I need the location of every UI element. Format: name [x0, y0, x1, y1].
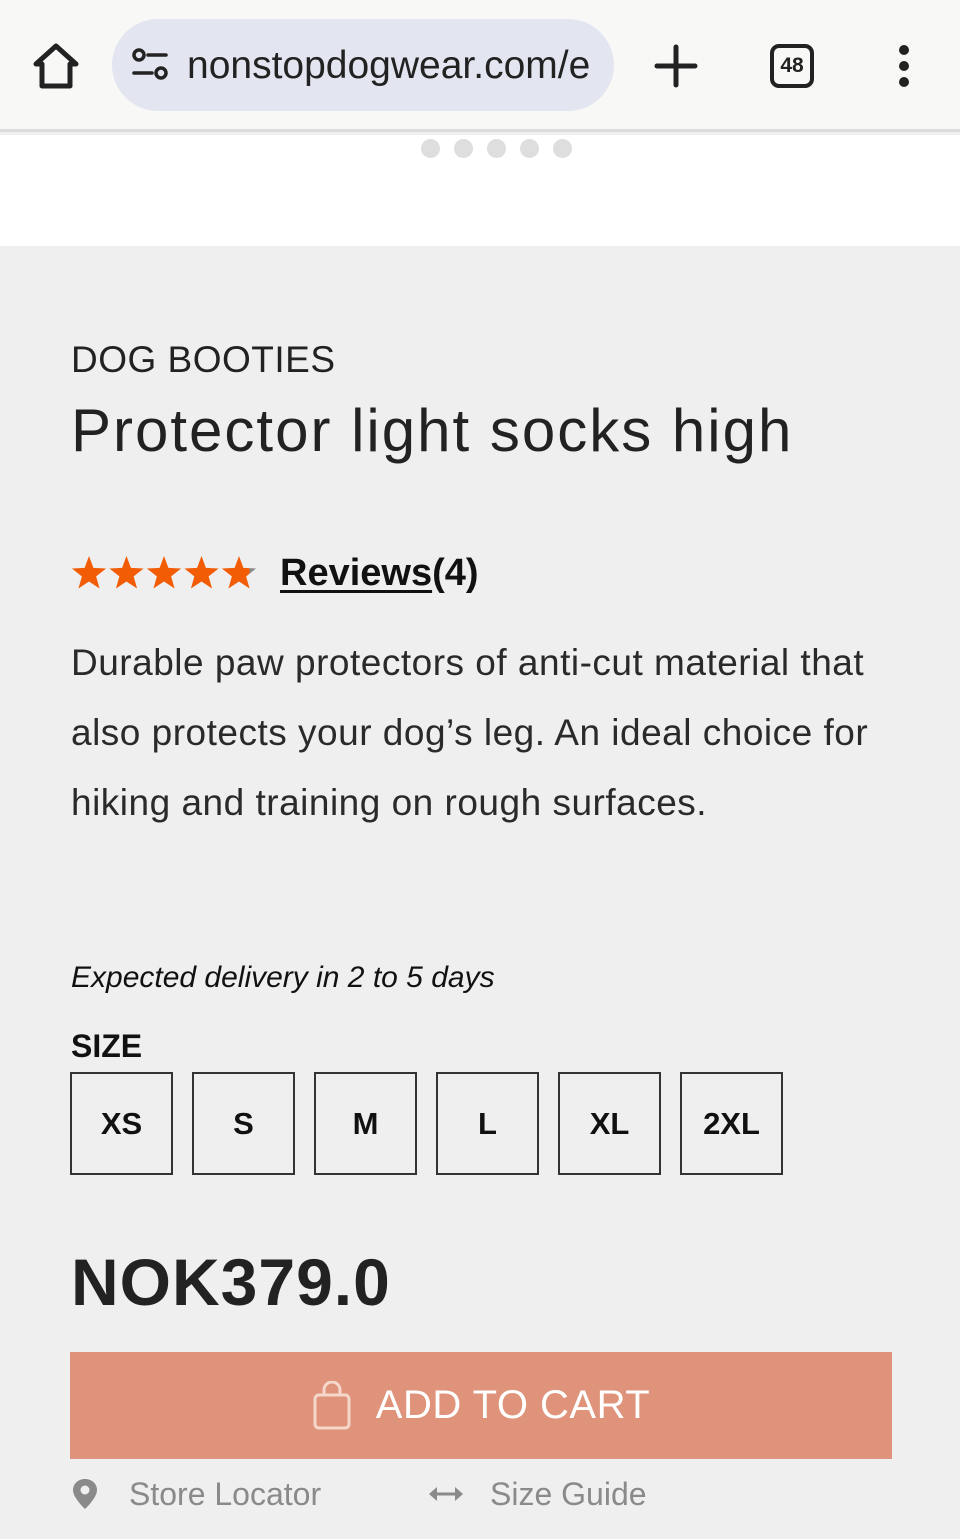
store-locator-link[interactable]: Store Locator [71, 1470, 321, 1518]
new-tab-icon[interactable] [652, 42, 700, 90]
size-option-xl[interactable]: XL [558, 1072, 661, 1175]
product-category: DOG BOOTIES [71, 339, 336, 380]
location-pin-icon [73, 1479, 97, 1509]
star-icon [109, 556, 144, 589]
add-to-cart-button[interactable]: ADD TO CART [70, 1352, 892, 1459]
carousel-dot[interactable] [421, 139, 440, 158]
overflow-menu-icon[interactable] [893, 44, 915, 88]
carousel-dot[interactable] [454, 139, 473, 158]
size-options: XS S M L XL 2XL [70, 1072, 783, 1175]
star-icon [221, 556, 257, 589]
size-option-xs[interactable]: XS [70, 1072, 173, 1175]
carousel-dot[interactable] [487, 139, 506, 158]
carousel-dots [421, 139, 572, 158]
reviews-count: (4) [432, 552, 479, 594]
star-icon [71, 556, 107, 589]
product-title: Protector light socks high [71, 397, 794, 464]
carousel-dot[interactable] [520, 139, 539, 158]
size-guide-label: Size Guide [490, 1476, 647, 1512]
url-text[interactable]: nonstopdogwear.com/e [187, 43, 597, 89]
size-option-l[interactable]: L [436, 1072, 539, 1175]
image-carousel [0, 135, 960, 246]
star-icon [146, 556, 182, 589]
delivery-estimate: Expected delivery in 2 to 5 days [71, 961, 495, 994]
double-arrow-icon [429, 1487, 463, 1501]
add-to-cart-label: ADD TO CART [375, 1383, 651, 1427]
tab-switcher-icon[interactable]: 48 [770, 44, 814, 88]
size-option-2xl[interactable]: 2XL [680, 1072, 783, 1175]
carousel-dot[interactable] [553, 139, 572, 158]
product-price: NOK379.0 [71, 1245, 391, 1319]
address-bar[interactable]: nonstopdogwear.com/e [112, 19, 614, 111]
browser-toolbar: nonstopdogwear.com/e 48 [0, 0, 960, 132]
reviews: Reviews(4) [280, 550, 479, 596]
star-icon [184, 556, 219, 589]
shopping-bag-icon [313, 1380, 351, 1429]
site-settings-icon[interactable] [130, 47, 170, 83]
size-guide-link[interactable]: Size Guide [428, 1470, 647, 1518]
store-locator-label: Store Locator [129, 1476, 322, 1512]
size-option-s[interactable]: S [192, 1072, 295, 1175]
size-label: SIZE [71, 1028, 143, 1064]
star-rating [71, 556, 257, 589]
product-description: Durable paw protectors of anti-cut mater… [71, 642, 869, 823]
footer-links: Store Locator Size Guide [71, 1470, 891, 1520]
size-option-m[interactable]: M [314, 1072, 417, 1175]
home-icon[interactable] [30, 40, 82, 92]
reviews-link[interactable]: Reviews [280, 552, 432, 594]
